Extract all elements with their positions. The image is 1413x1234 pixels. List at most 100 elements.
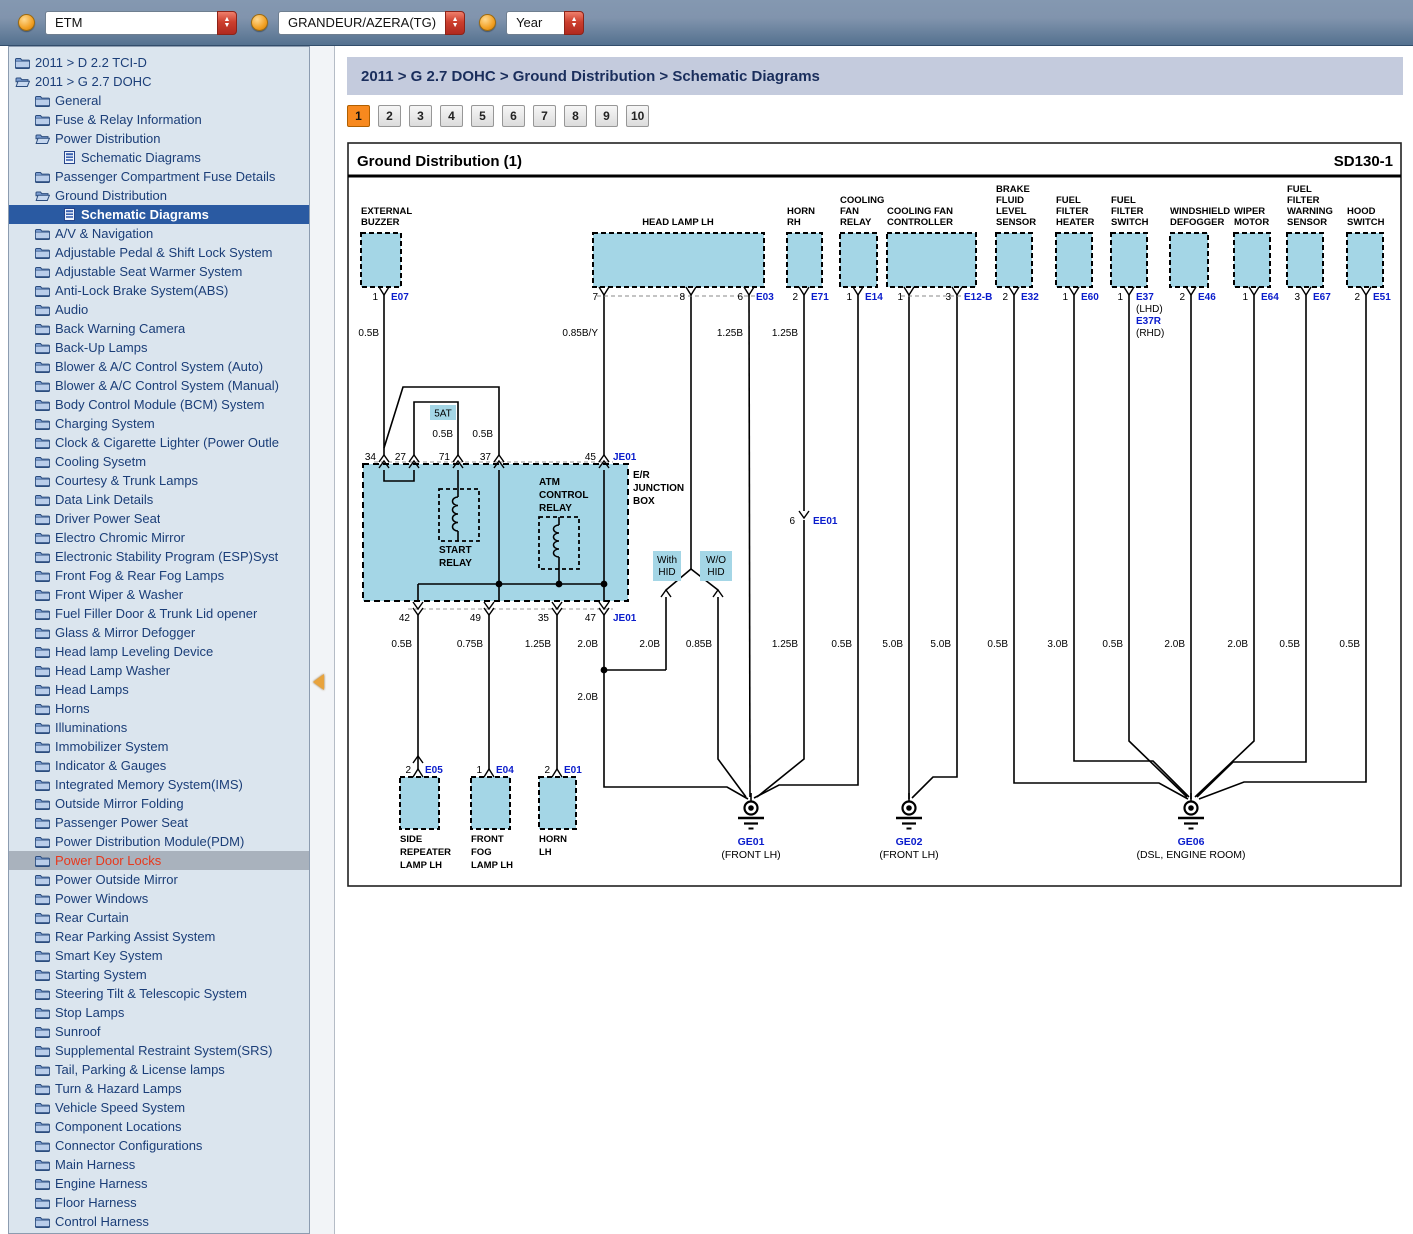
sidebar-item[interactable]: Blower & A/C Control System (Auto) xyxy=(9,357,309,376)
sidebar-item[interactable]: Indicator & Gauges xyxy=(9,756,309,775)
svg-text:E12-B: E12-B xyxy=(964,292,992,303)
page-tab-6[interactable]: 6 xyxy=(502,105,525,127)
page-tab-3[interactable]: 3 xyxy=(409,105,432,127)
svg-text:1.25B: 1.25B xyxy=(772,328,798,339)
sidebar-item[interactable]: Illuminations xyxy=(9,718,309,737)
sidebar-item[interactable]: Outside Mirror Folding xyxy=(9,794,309,813)
sidebar-item[interactable]: Power Distribution xyxy=(9,129,309,148)
sidebar-item[interactable]: Driver Power Seat xyxy=(9,509,309,528)
sidebar-item[interactable]: Adjustable Seat Warmer System xyxy=(9,262,309,281)
sidebar-item[interactable]: Steering Tilt & Telescopic System xyxy=(9,984,309,1003)
sidebar-item[interactable]: Clock & Cigarette Lighter (Power Outle xyxy=(9,433,309,452)
sidebar-item[interactable]: 2011 > G 2.7 DOHC xyxy=(9,72,309,91)
sidebar-item[interactable]: Back-Up Lamps xyxy=(9,338,309,357)
sidebar-item[interactable]: Head Lamp Washer xyxy=(9,661,309,680)
sidebar-item[interactable]: Front Wiper & Washer xyxy=(9,585,309,604)
sidebar-item[interactable]: Adjustable Pedal & Shift Lock System xyxy=(9,243,309,262)
sidebar-item[interactable]: Schematic Diagrams xyxy=(9,205,309,224)
year-dropdown[interactable]: Year ▲▼ xyxy=(506,11,584,35)
sidebar-item[interactable]: Rear Parking Assist System xyxy=(9,927,309,946)
sidebar-item[interactable]: Smart Key System xyxy=(9,946,309,965)
sidebar-item[interactable]: Power Distribution Module(PDM) xyxy=(9,832,309,851)
sidebar-item[interactable]: Vehicle Speed System xyxy=(9,1098,309,1117)
sidebar-item[interactable]: Tail, Parking & License lamps xyxy=(9,1060,309,1079)
vehicle-dropdown[interactable]: GRANDEUR/AZERA(TG) ▲▼ xyxy=(278,11,465,35)
sidebar-item[interactable]: Audio xyxy=(9,300,309,319)
toolbar-orange-button[interactable] xyxy=(18,14,35,31)
svg-text:HORN: HORN xyxy=(539,834,567,845)
sidebar-item[interactable]: Rear Curtain xyxy=(9,908,309,927)
sidebar-item[interactable]: Head lamp Leveling Device xyxy=(9,642,309,661)
sidebar-item[interactable]: Starting System xyxy=(9,965,309,984)
sidebar-item[interactable]: Anti-Lock Brake System(ABS) xyxy=(9,281,309,300)
sidebar-item[interactable]: Power Windows xyxy=(9,889,309,908)
sidebar-item[interactable]: Sunroof xyxy=(9,1022,309,1041)
sidebar-item[interactable]: Floor Harness xyxy=(9,1193,309,1212)
dropdown-stepper-icon[interactable]: ▲▼ xyxy=(445,11,465,35)
sidebar-item[interactable]: Stop Lamps xyxy=(9,1003,309,1022)
sidebar-item[interactable]: Schematic Diagrams xyxy=(9,148,309,167)
sidebar-item[interactable]: Ground Distribution xyxy=(9,186,309,205)
svg-text:0.5B: 0.5B xyxy=(1102,639,1123,650)
page-tab-10[interactable]: 10 xyxy=(626,105,649,127)
svg-text:1: 1 xyxy=(1242,292,1248,303)
sidebar-item[interactable]: Engine Harness xyxy=(9,1174,309,1193)
sidebar-item[interactable]: Blower & A/C Control System (Manual) xyxy=(9,376,309,395)
toolbar-orange-button-3[interactable] xyxy=(479,14,496,31)
dropdown-stepper-icon[interactable]: ▲▼ xyxy=(564,11,584,35)
sidebar-item[interactable]: Fuse & Relay Information xyxy=(9,110,309,129)
svg-text:3: 3 xyxy=(1294,292,1300,303)
toolbar-orange-button-2[interactable] xyxy=(251,14,268,31)
sidebar-item[interactable]: Fuel Filler Door & Trunk Lid opener xyxy=(9,604,309,623)
top-toolbar: ETM ▲▼ GRANDEUR/AZERA(TG) ▲▼ Year ▲▼ xyxy=(0,0,1413,46)
folder-closed-icon xyxy=(35,893,50,905)
page-tab-2[interactable]: 2 xyxy=(378,105,401,127)
sidebar-item-label: Back-Up Lamps xyxy=(55,340,147,355)
page-tab-8[interactable]: 8 xyxy=(564,105,587,127)
sidebar-item[interactable]: General xyxy=(9,91,309,110)
sidebar-item[interactable]: Component Locations xyxy=(9,1117,309,1136)
sidebar-item[interactable]: Immobilizer System xyxy=(9,737,309,756)
sidebar-item[interactable]: Power Door Locks xyxy=(9,851,309,870)
sidebar-item[interactable]: A/V & Navigation xyxy=(9,224,309,243)
sidebar-item[interactable]: Connector Configurations xyxy=(9,1136,309,1155)
sidebar-item[interactable]: Horns xyxy=(9,699,309,718)
sidebar-item[interactable]: Front Fog & Rear Fog Lamps xyxy=(9,566,309,585)
page-tab-5[interactable]: 5 xyxy=(471,105,494,127)
sidebar-item[interactable]: Electro Chromic Mirror xyxy=(9,528,309,547)
sidebar-item[interactable]: Integrated Memory System(IMS) xyxy=(9,775,309,794)
sidebar-item[interactable]: Data Link Details xyxy=(9,490,309,509)
svg-text:BUZZER: BUZZER xyxy=(361,217,400,228)
sidebar-splitter[interactable] xyxy=(310,46,335,1234)
sidebar-item[interactable]: Head Lamps xyxy=(9,680,309,699)
page-tab-1[interactable]: 1 xyxy=(347,105,370,127)
sidebar-item[interactable]: Glass & Mirror Defogger xyxy=(9,623,309,642)
manual-type-dropdown[interactable]: ETM ▲▼ xyxy=(45,11,237,35)
sidebar-item-label: Back Warning Camera xyxy=(55,321,185,336)
page-tab-9[interactable]: 9 xyxy=(595,105,618,127)
sidebar-item[interactable]: Supplemental Restraint System(SRS) xyxy=(9,1041,309,1060)
sidebar-item[interactable]: Cooling Sysetm xyxy=(9,452,309,471)
sidebar-item-label: A/V & Navigation xyxy=(55,226,153,241)
sidebar-item[interactable]: Main Harness xyxy=(9,1155,309,1174)
sidebar-item[interactable]: 2011 > D 2.2 TCI-D xyxy=(9,53,309,72)
sidebar-item[interactable]: Back Warning Camera xyxy=(9,319,309,338)
folder-closed-icon xyxy=(35,1083,50,1095)
sidebar-item[interactable]: Charging System xyxy=(9,414,309,433)
sidebar-item[interactable]: Electronic Stability Program (ESP)Syst xyxy=(9,547,309,566)
sidebar-item[interactable]: Passenger Compartment Fuse Details xyxy=(9,167,309,186)
page-tab-4[interactable]: 4 xyxy=(440,105,463,127)
collapse-sidebar-icon[interactable] xyxy=(313,674,324,690)
folder-closed-icon xyxy=(35,874,50,886)
svg-text:0.5B: 0.5B xyxy=(472,429,493,440)
page-tab-7[interactable]: 7 xyxy=(533,105,556,127)
svg-text:2: 2 xyxy=(792,292,798,303)
sidebar-item[interactable]: Turn & Hazard Lamps xyxy=(9,1079,309,1098)
sidebar-item[interactable]: Passenger Power Seat xyxy=(9,813,309,832)
sidebar-item[interactable]: Control Harness xyxy=(9,1212,309,1231)
svg-text:1: 1 xyxy=(372,292,378,303)
sidebar-item[interactable]: Courtesy & Trunk Lamps xyxy=(9,471,309,490)
sidebar-item[interactable]: Body Control Module (BCM) System xyxy=(9,395,309,414)
sidebar-item[interactable]: Power Outside Mirror xyxy=(9,870,309,889)
dropdown-stepper-icon[interactable]: ▲▼ xyxy=(217,11,237,35)
